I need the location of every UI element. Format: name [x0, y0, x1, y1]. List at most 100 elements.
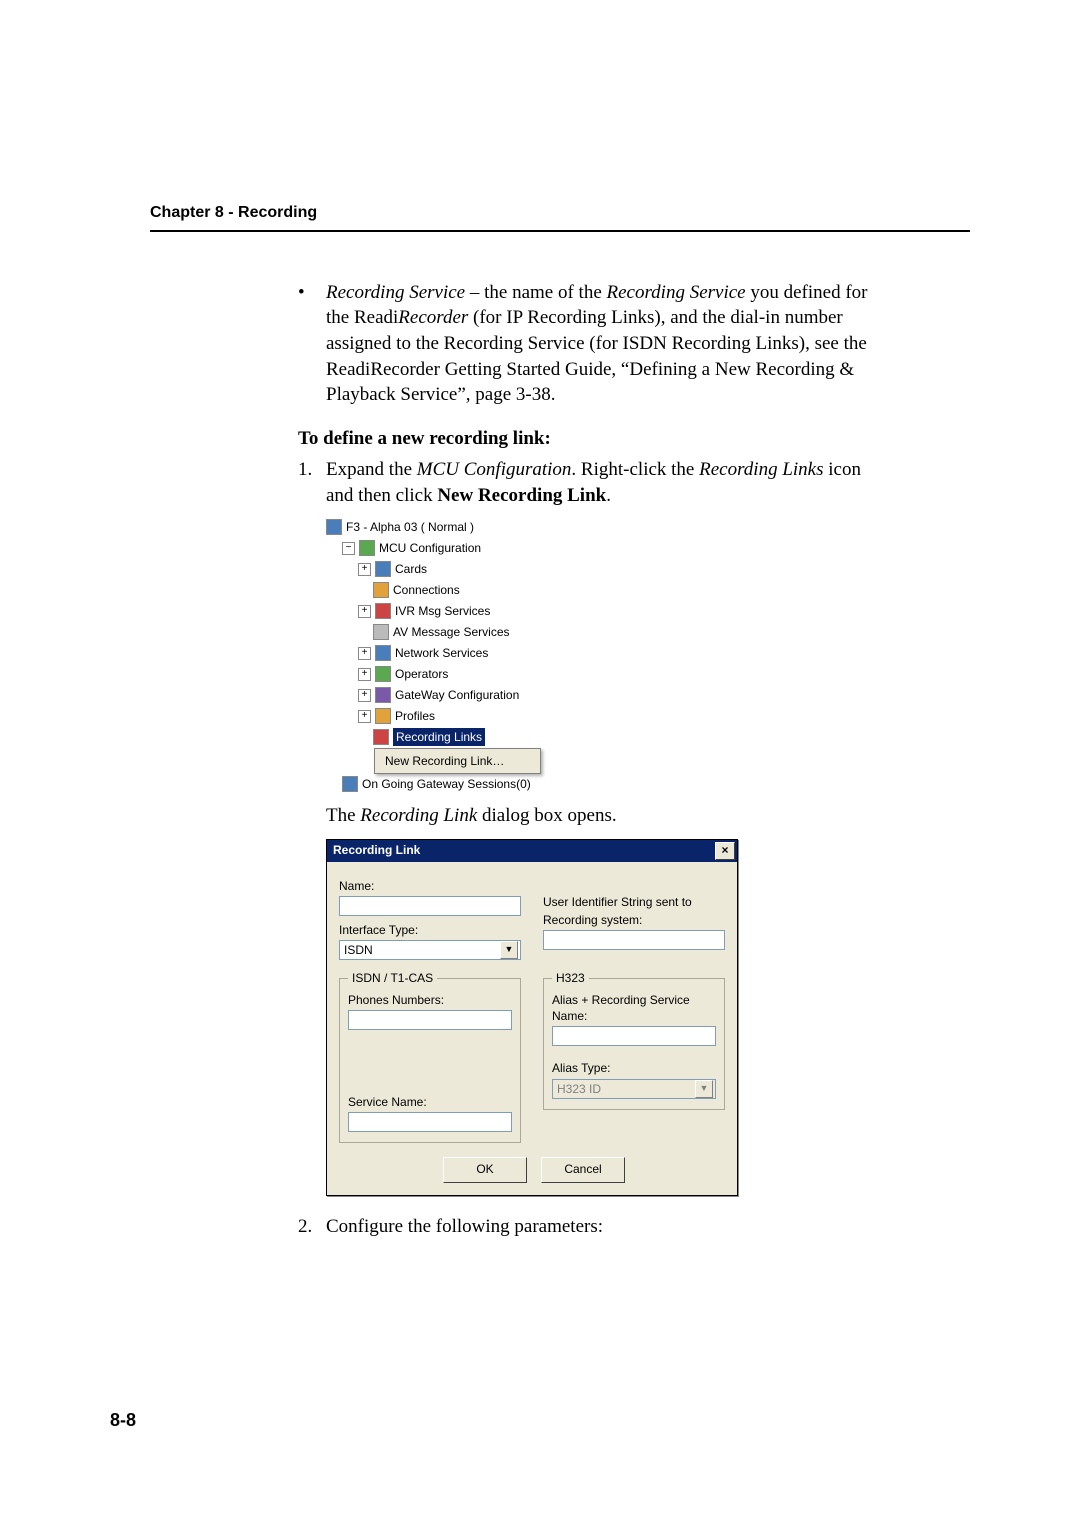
cancel-button[interactable]: Cancel: [541, 1157, 625, 1183]
cards-icon: [375, 561, 391, 577]
step-1: 1. Expand the MCU Configuration. Right-c…: [298, 457, 888, 508]
header-rule: [150, 230, 970, 232]
recording-links-icon: [373, 729, 389, 745]
dialog-caption: The Recording Link dialog box opens.: [326, 803, 888, 829]
phones-input[interactable]: [348, 1010, 512, 1030]
tree-label: Profiles: [395, 708, 435, 724]
tree-recording-links[interactable]: Recording Links: [326, 727, 554, 748]
isdn-group: ISDN / T1-CAS Phones Numbers: Service Na…: [339, 970, 521, 1144]
expand-icon[interactable]: +: [358, 689, 371, 702]
tree-label: Cards: [395, 561, 427, 577]
term-recording-link: Recording Link: [360, 805, 477, 826]
chapter-header: Chapter 8 - Recording: [150, 202, 970, 224]
tree-connections[interactable]: Connections: [326, 580, 554, 601]
tree-ivr[interactable]: + IVR Msg Services: [326, 601, 554, 622]
dialog-title: Recording Link: [333, 842, 420, 858]
step-1-text: Expand the MCU Configuration. Right-clic…: [326, 457, 888, 508]
expand-icon[interactable]: +: [358, 605, 371, 618]
mcu-icon: [326, 519, 342, 535]
service-name-label: Service Name:: [348, 1094, 512, 1110]
tree-gateway[interactable]: + GateWay Configuration: [326, 685, 554, 706]
tree-label: Recording Links: [393, 728, 485, 746]
profiles-icon: [375, 708, 391, 724]
alias-service-input[interactable]: [552, 1026, 716, 1046]
tree-label: Network Services: [395, 645, 488, 661]
term-mcu-configuration: MCU Configuration: [417, 459, 572, 480]
menu-new-recording-link[interactable]: New Recording Link…: [375, 751, 540, 771]
tree-label: Operators: [395, 666, 448, 682]
recording-link-dialog: Recording Link × Name: Interface Type: I…: [326, 839, 738, 1197]
isdn-legend: ISDN / T1-CAS: [348, 970, 437, 986]
section-define-new-link: To define a new recording link:: [298, 426, 888, 452]
alias-service-label: Alias + Recording Service Name:: [552, 992, 716, 1024]
user-id-label-1: User Identifier String sent to: [543, 894, 725, 910]
tree-profiles[interactable]: + Profiles: [326, 706, 554, 727]
tree-mcu-configuration[interactable]: − MCU Configuration: [326, 538, 554, 559]
text: The: [326, 805, 360, 826]
tree-label: MCU Configuration: [379, 540, 481, 556]
connections-icon: [373, 582, 389, 598]
config-icon: [359, 540, 375, 556]
tree-operators[interactable]: + Operators: [326, 664, 554, 685]
text: dialog box opens.: [477, 805, 616, 826]
ok-button[interactable]: OK: [443, 1157, 527, 1183]
name-label: Name:: [339, 878, 521, 894]
h323-group: H323 Alias + Recording Service Name: Ali…: [543, 970, 725, 1110]
step-2: 2. Configure the following parameters:: [298, 1214, 888, 1240]
term-recorder: Recorder: [398, 307, 468, 328]
phones-label: Phones Numbers:: [348, 992, 512, 1008]
tree-label: IVR Msg Services: [395, 603, 490, 619]
tree-label: On Going Gateway Sessions(0): [362, 776, 531, 792]
tree-label: AV Message Services: [393, 624, 510, 640]
term-recording-links: Recording Links: [699, 459, 823, 480]
tree-root[interactable]: F3 - Alpha 03 ( Normal ): [326, 517, 554, 538]
tree-label: GateWay Configuration: [395, 687, 519, 703]
h323-legend: H323: [552, 970, 589, 986]
operators-icon: [375, 666, 391, 682]
bullet-text: Recording Service – the name of the Reco…: [326, 280, 888, 408]
expand-icon[interactable]: +: [358, 563, 371, 576]
interface-type-label: Interface Type:: [339, 922, 521, 938]
expand-icon[interactable]: +: [358, 647, 371, 660]
bullet-marker: •: [298, 280, 326, 408]
user-id-label-2: Recording system:: [543, 912, 725, 928]
step-number: 1.: [298, 457, 326, 508]
term-recording-service-2: Recording Service: [607, 282, 746, 303]
tree-av[interactable]: AV Message Services: [326, 622, 554, 643]
tree-ongoing-sessions[interactable]: On Going Gateway Sessions(0): [326, 774, 554, 795]
service-name-input[interactable]: [348, 1112, 512, 1132]
text: Expand the: [326, 459, 417, 480]
text: .: [606, 485, 611, 506]
chevron-down-icon[interactable]: ▼: [500, 941, 518, 959]
ivr-icon: [375, 603, 391, 619]
expand-icon[interactable]: +: [358, 710, 371, 723]
expand-icon[interactable]: +: [358, 668, 371, 681]
page-number: 8-8: [110, 1408, 136, 1432]
tree-label: F3 - Alpha 03 ( Normal ): [346, 519, 474, 535]
user-id-input[interactable]: [543, 930, 725, 950]
gateway-icon: [375, 687, 391, 703]
dialog-titlebar[interactable]: Recording Link ×: [327, 840, 737, 862]
term-recording-service: Recording Service: [326, 282, 465, 303]
alias-type-value: H323 ID: [557, 1081, 601, 1097]
alias-type-label: Alias Type:: [552, 1060, 716, 1076]
alias-type-select: H323 ID ▼: [552, 1079, 716, 1099]
context-menu: New Recording Link…: [374, 748, 541, 774]
interface-type-select[interactable]: ISDN ▼: [339, 940, 521, 960]
name-input[interactable]: [339, 896, 521, 916]
interface-type-value: ISDN: [344, 942, 373, 958]
tree-screenshot: F3 - Alpha 03 ( Normal ) − MCU Configura…: [326, 517, 554, 795]
text: – the name of the: [465, 282, 606, 303]
step-number: 2.: [298, 1214, 326, 1240]
collapse-icon[interactable]: −: [342, 542, 355, 555]
sessions-icon: [342, 776, 358, 792]
tree-label: Connections: [393, 582, 460, 598]
tree-network[interactable]: + Network Services: [326, 643, 554, 664]
term-new-recording-link: New Recording Link: [437, 485, 606, 506]
network-icon: [375, 645, 391, 661]
bullet-recording-service: • Recording Service – the name of the Re…: [298, 280, 888, 408]
av-icon: [373, 624, 389, 640]
tree-cards[interactable]: + Cards: [326, 559, 554, 580]
text: . Right-click the: [571, 459, 699, 480]
close-icon[interactable]: ×: [715, 842, 735, 860]
